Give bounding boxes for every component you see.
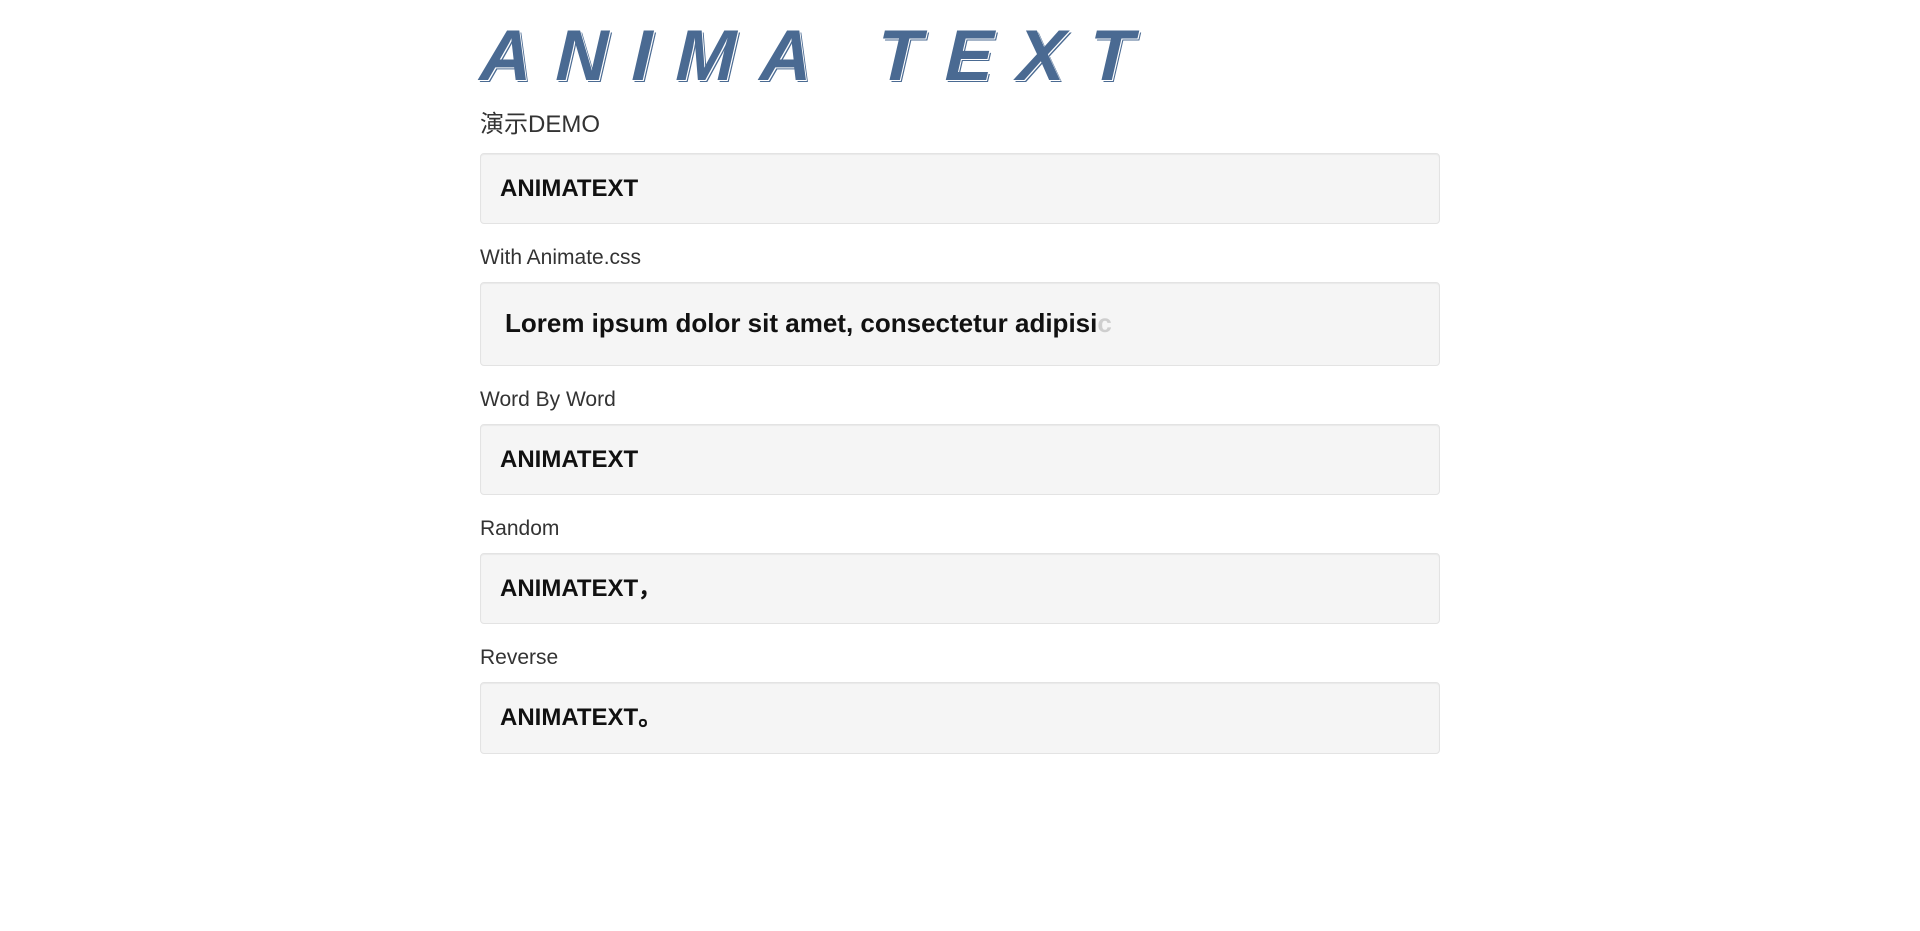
- demo-well-reverse: ANIMATEXT。: [480, 682, 1440, 753]
- demo-text-animatecss-main: Lorem ipsum dolor sit amet, consectetur …: [505, 308, 1097, 338]
- demo-text-animatecss: Lorem ipsum dolor sit amet, consectetur …: [505, 308, 1112, 338]
- logo-title: ANIMA TEXT: [479, 20, 1442, 92]
- demo-text-reverse: ANIMATEXT。: [500, 704, 662, 731]
- demo-text-animatecss-fade: c: [1097, 308, 1111, 338]
- demo-well-animatecss: Lorem ipsum dolor sit amet, consectetur …: [480, 282, 1440, 366]
- demo-well-wordbyword: ANIMATEXT: [480, 424, 1440, 495]
- section-label-reverse: Reverse: [480, 646, 1440, 670]
- page-container: ANIMA TEXT 演示DEMO ANIMATEXT With Animate…: [480, 0, 1440, 794]
- demo-well-basic: ANIMATEXT: [480, 153, 1440, 224]
- section-label-wordbyword: Word By Word: [480, 388, 1440, 412]
- demo-text-basic: ANIMATEXT: [500, 175, 638, 202]
- demo-text-wordbyword: ANIMATEXT: [500, 446, 638, 473]
- demo-subtitle: 演示DEMO: [480, 104, 1440, 139]
- demo-well-random: ANIMATEXT，: [480, 553, 1440, 624]
- section-label-random: Random: [480, 517, 1440, 541]
- demo-text-random: ANIMATEXT，: [500, 575, 662, 602]
- section-label-animatecss: With Animate.css: [480, 246, 1440, 270]
